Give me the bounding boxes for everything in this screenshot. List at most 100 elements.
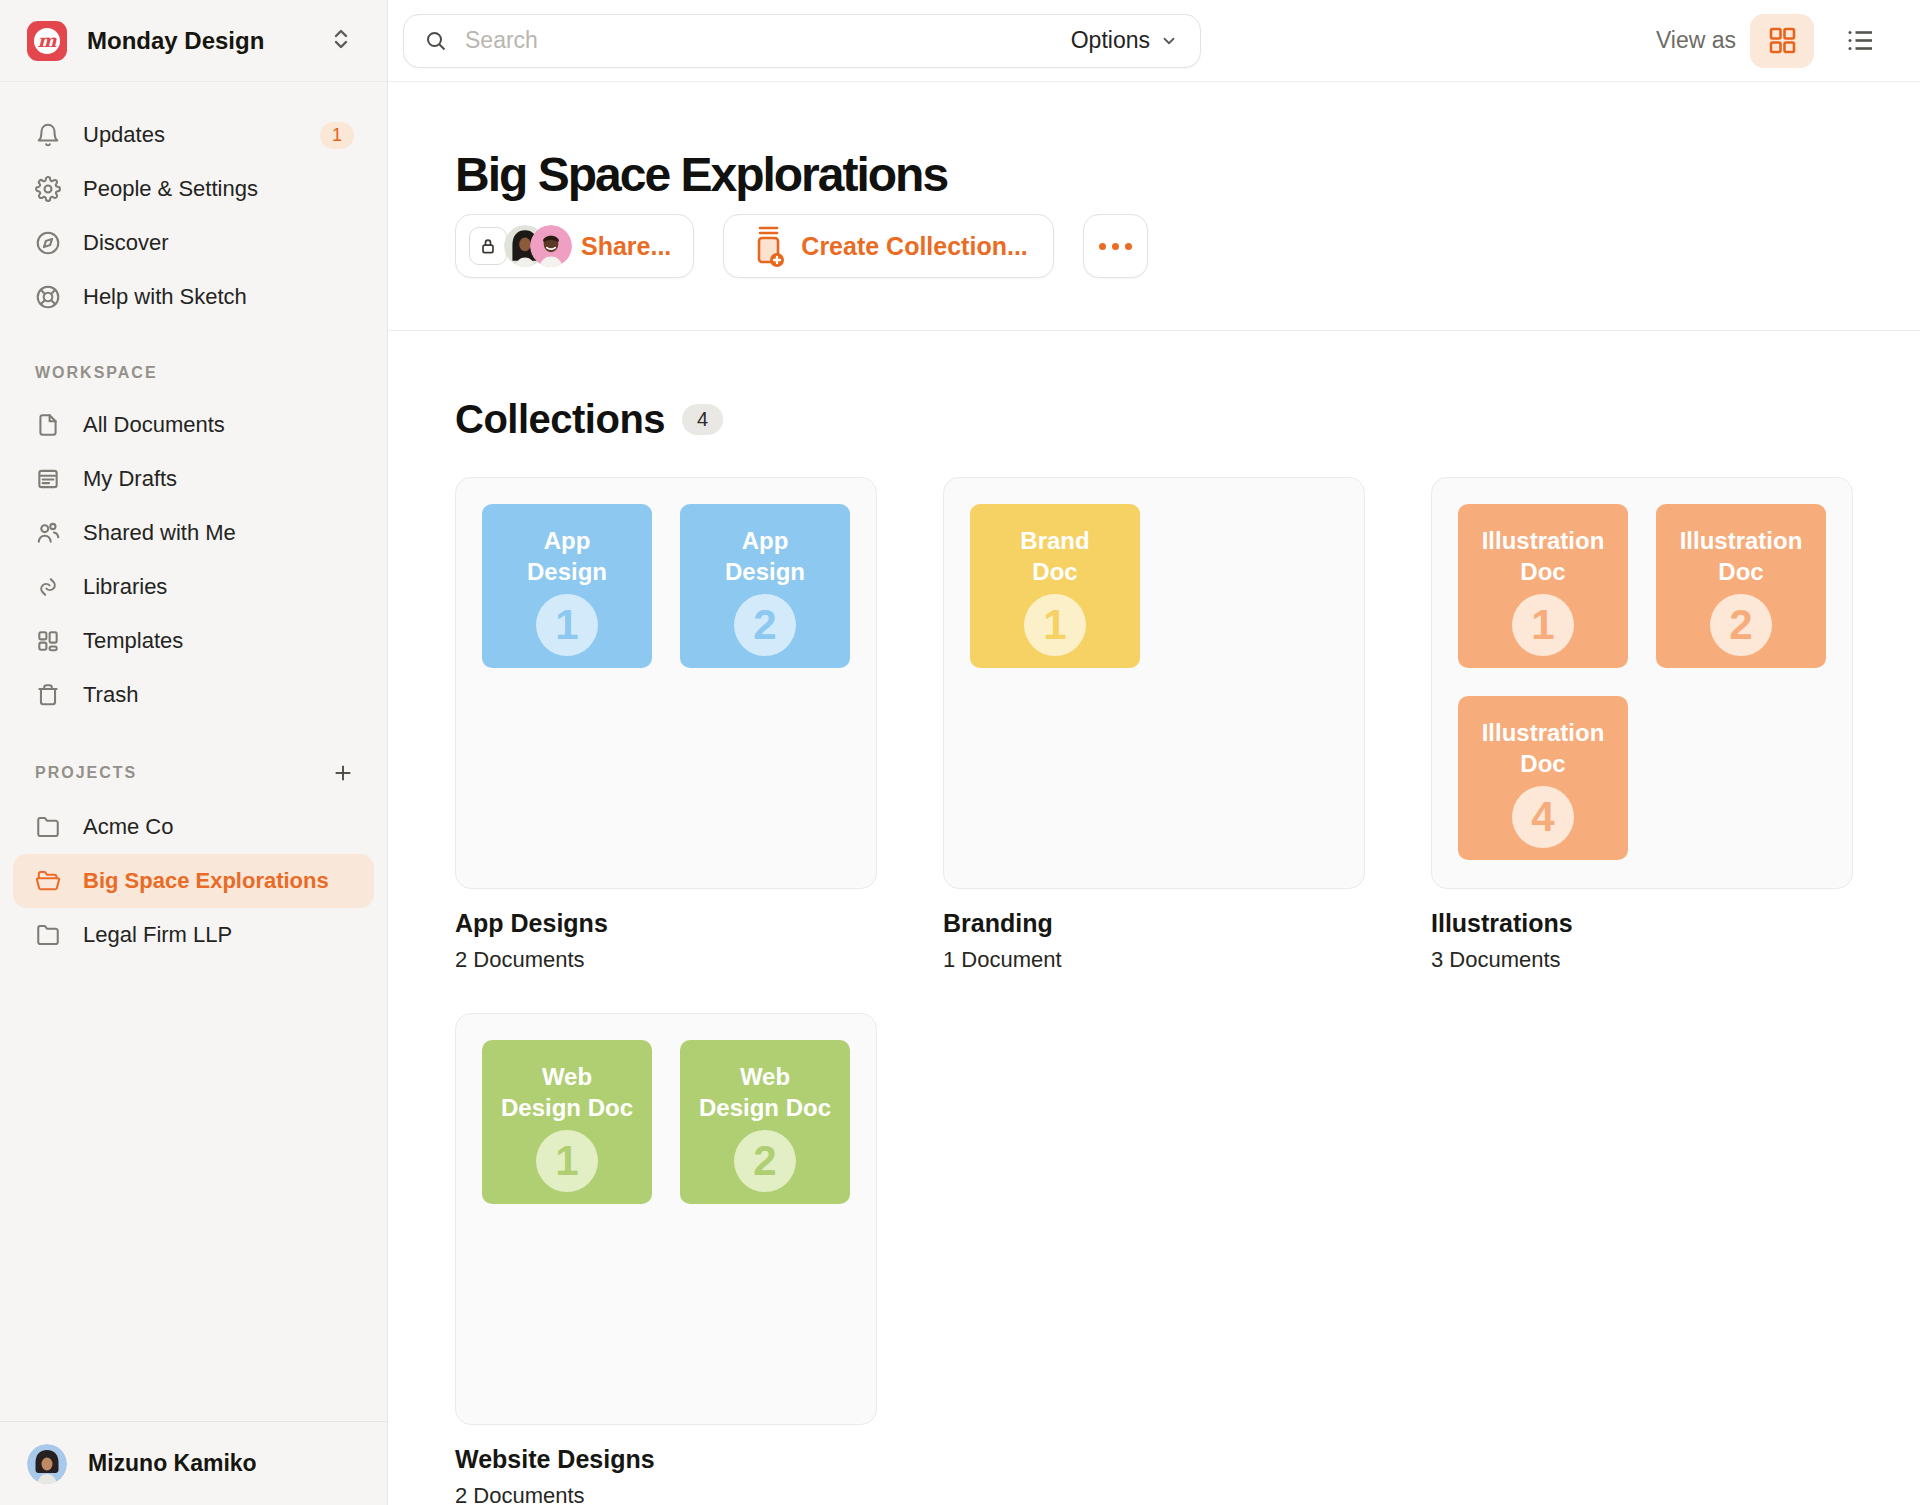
nav-item-label: All Documents bbox=[83, 412, 225, 438]
search-placeholder: Search bbox=[465, 27, 1071, 54]
user-avatar bbox=[27, 1444, 67, 1484]
workspace-section-label: WORKSPACE bbox=[35, 364, 354, 382]
document-label: IllustrationDoc bbox=[1482, 717, 1605, 779]
document-label: IllustrationDoc bbox=[1482, 525, 1605, 587]
gear-icon bbox=[35, 176, 61, 202]
header-divider bbox=[388, 330, 1920, 331]
sidebar-item-my-drafts[interactable]: My Drafts bbox=[0, 452, 387, 506]
document-thumbnail[interactable]: AppDesign 2 bbox=[680, 504, 850, 668]
page-title: Big Space Explorations bbox=[455, 147, 1920, 202]
sidebar-workspace-nav: All Documents My Drafts Shared with Me Libr… bbox=[0, 388, 387, 722]
document-thumbnail[interactable]: WebDesign Doc2 bbox=[680, 1040, 850, 1204]
ellipsis-icon bbox=[1099, 243, 1132, 250]
collection-count: 1 Document bbox=[943, 947, 1365, 973]
document-label: WebDesign Doc bbox=[699, 1061, 831, 1123]
collection-card: IllustrationDoc1IllustrationDoc2Illustra… bbox=[1431, 477, 1853, 973]
libraries-icon bbox=[35, 574, 61, 600]
nav-item-label: Updates bbox=[83, 122, 165, 148]
document-number: 4 bbox=[1512, 786, 1574, 848]
document-thumbnail[interactable]: IllustrationDoc 4 bbox=[1458, 696, 1628, 860]
actions-row: Share... Create Collection... bbox=[455, 214, 1920, 278]
document-label: BrandDoc bbox=[1020, 525, 1089, 587]
nav-item-label: Trash bbox=[83, 682, 138, 708]
collection-card: AppDesign1AppDesign2App Designs2 Documen… bbox=[455, 477, 877, 973]
collection-thumbnails[interactable]: AppDesign1 AppDesign 2 bbox=[455, 477, 877, 889]
sidebar-item-templates[interactable]: Templates bbox=[0, 614, 387, 668]
search-input[interactable]: Search Options bbox=[403, 14, 1201, 68]
help-icon bbox=[35, 284, 61, 310]
sidebar: m Monday Design Updates 1 People & Setting… bbox=[0, 0, 388, 1505]
sidebar-item-all-documents[interactable]: All Documents bbox=[0, 398, 387, 452]
document-label: AppDesign bbox=[725, 525, 805, 587]
trash-icon bbox=[35, 682, 61, 708]
topbar: Search Options View as bbox=[388, 0, 1920, 82]
page-content: Big Space Explorations Share... bbox=[388, 82, 1920, 1505]
collection-title: Website Designs bbox=[455, 1445, 877, 1474]
document-thumbnail[interactable]: BrandDoc1 bbox=[970, 504, 1140, 668]
share-button[interactable]: Share... bbox=[455, 214, 694, 278]
document-thumbnail[interactable]: AppDesign1 bbox=[482, 504, 652, 668]
sidebar-item-shared-with-me[interactable]: Shared with Me bbox=[0, 506, 387, 560]
projects-section-label: PROJECTS bbox=[35, 762, 354, 784]
list-icon bbox=[1844, 24, 1877, 57]
sidebar-top-nav: Updates 1 People & Settings Discover Help wi… bbox=[0, 82, 387, 324]
sidebar-item-help-with-sketch[interactable]: Help with Sketch bbox=[0, 270, 387, 324]
document-number: 1 bbox=[536, 594, 598, 656]
collection-thumbnails[interactable]: BrandDoc1 bbox=[943, 477, 1365, 889]
nav-item-label: Templates bbox=[83, 628, 183, 654]
view-controls: View as bbox=[1656, 14, 1892, 68]
collection-title: Illustrations bbox=[1431, 909, 1853, 938]
document-thumbnail[interactable]: IllustrationDoc 1 bbox=[1458, 504, 1628, 668]
collections-count-badge: 4 bbox=[682, 404, 723, 435]
user-name: Mizuno Kamiko bbox=[88, 1450, 257, 1477]
workspace-logo-icon: m bbox=[27, 21, 67, 61]
user-menu[interactable]: Mizuno Kamiko bbox=[0, 1421, 387, 1505]
grid-view-button[interactable] bbox=[1750, 14, 1814, 68]
workspace-switcher[interactable]: m Monday Design bbox=[0, 0, 387, 82]
updates-count-badge: 1 bbox=[320, 122, 354, 149]
document-icon bbox=[35, 412, 61, 438]
nav-item-label: Help with Sketch bbox=[83, 284, 247, 310]
sidebar-item-trash[interactable]: Trash bbox=[0, 668, 387, 722]
collection-thumbnails[interactable]: WebDesign Doc 1 WebDesign Doc2 bbox=[455, 1013, 877, 1425]
people-icon bbox=[35, 520, 61, 546]
list-view-button[interactable] bbox=[1828, 14, 1892, 68]
add-project-button[interactable] bbox=[332, 762, 354, 784]
nav-item-label: People & Settings bbox=[83, 176, 258, 202]
collection-title: App Designs bbox=[455, 909, 877, 938]
sidebar-item-libraries[interactable]: Libraries bbox=[0, 560, 387, 614]
chevron-up-down-icon bbox=[331, 27, 351, 55]
collections-header: Collections 4 bbox=[455, 397, 1920, 442]
collection-card: BrandDoc1Branding1 Document bbox=[943, 477, 1365, 973]
nav-item-label: Libraries bbox=[83, 574, 167, 600]
more-options-button[interactable] bbox=[1083, 214, 1148, 278]
chevron-down-icon bbox=[1160, 32, 1178, 50]
view-as-label: View as bbox=[1656, 27, 1736, 54]
document-thumbnail[interactable]: IllustrationDoc2 bbox=[1656, 504, 1826, 668]
collection-thumbnails[interactable]: IllustrationDoc1IllustrationDoc2Illustra… bbox=[1431, 477, 1853, 889]
document-label: WebDesign Doc bbox=[501, 1061, 633, 1123]
drafts-icon bbox=[35, 466, 61, 492]
shared-users-avatars bbox=[504, 225, 572, 267]
project-item-big-space-explorations[interactable]: Big Space Explorations bbox=[13, 854, 374, 908]
nav-item-label: Legal Firm LLP bbox=[83, 922, 232, 948]
search-options-button[interactable]: Options bbox=[1071, 27, 1178, 54]
collections-grid: AppDesign1 AppDesign 2 App Designs 2 Documen… bbox=[455, 477, 1920, 1505]
folder-icon bbox=[35, 922, 61, 948]
document-number: 1 bbox=[536, 1130, 598, 1192]
nav-item-label: Shared with Me bbox=[83, 520, 236, 546]
nav-item-label: My Drafts bbox=[83, 466, 177, 492]
project-item-acme-co[interactable]: Acme Co bbox=[0, 800, 387, 854]
workspace-name: Monday Design bbox=[87, 27, 264, 55]
document-number: 1 bbox=[1512, 594, 1574, 656]
sidebar-item-updates[interactable]: Updates 1 bbox=[0, 108, 387, 162]
project-item-legal-firm-llp[interactable]: Legal Firm LLP bbox=[0, 908, 387, 962]
document-thumbnail[interactable]: WebDesign Doc 1 bbox=[482, 1040, 652, 1204]
sidebar-item-discover[interactable]: Discover bbox=[0, 216, 387, 270]
collections-title: Collections bbox=[455, 397, 665, 442]
document-number: 2 bbox=[734, 594, 796, 656]
sidebar-item-people-settings[interactable]: People & Settings bbox=[0, 162, 387, 216]
create-collection-button[interactable]: Create Collection... bbox=[723, 214, 1053, 278]
collection-count: 2 Documents bbox=[455, 1483, 877, 1505]
main-area: Search Options View as Big Space Ex bbox=[388, 0, 1920, 1505]
